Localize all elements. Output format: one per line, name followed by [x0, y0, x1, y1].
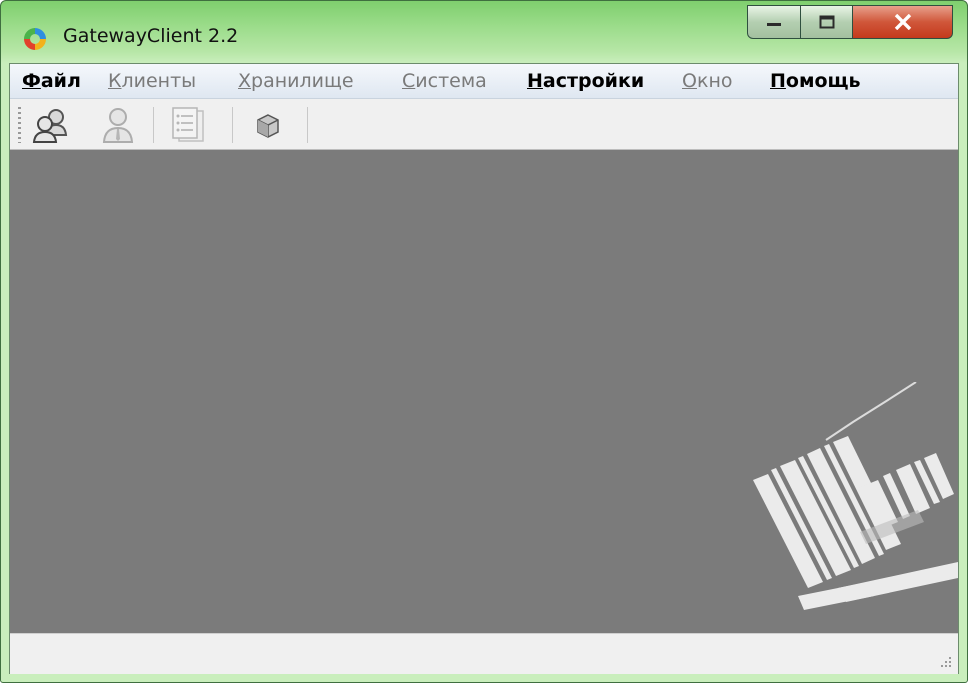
client-area: Файл Клиенты Хранилище Система Настройки…: [9, 63, 959, 674]
minimize-icon: [767, 23, 781, 26]
watermark-icon: [753, 382, 958, 610]
toolbar-grip[interactable]: [18, 107, 21, 143]
toolbar-separator: [307, 107, 308, 143]
package-box-icon[interactable]: [248, 105, 288, 145]
menu-item-help[interactable]: Помощь: [770, 70, 861, 92]
close-button[interactable]: [853, 5, 953, 39]
menu-access-key: Х: [238, 70, 252, 92]
menu-label-rest: истема: [415, 70, 487, 92]
window-title: GatewayClient 2.2: [63, 25, 239, 47]
menu-item-clients[interactable]: Клиенты: [108, 70, 196, 92]
menu-item-window[interactable]: Окно: [682, 70, 733, 92]
app-window: GatewayClient 2.2 Файл Клиенты Хранилище…: [0, 0, 968, 683]
menu-item-file[interactable]: Файл: [22, 70, 81, 92]
title-bar[interactable]: GatewayClient 2.2: [1, 1, 967, 63]
menu-access-key: Н: [527, 70, 543, 92]
toolbar: [10, 99, 958, 150]
menu-label-rest: айл: [40, 70, 81, 92]
menu-bar: Файл Клиенты Хранилище Система Настройки…: [10, 64, 958, 99]
toolbar-separator: [232, 107, 233, 143]
menu-item-system[interactable]: Система: [402, 70, 487, 92]
minimize-button[interactable]: [747, 5, 801, 39]
resize-grip-icon[interactable]: [938, 654, 952, 668]
menu-label-rest: ранилище: [251, 70, 354, 92]
menu-access-key: О: [682, 70, 697, 92]
menu-access-key: П: [770, 70, 786, 92]
menu-item-storage[interactable]: Хранилище: [238, 70, 354, 92]
status-bar: [10, 633, 958, 674]
mdi-workspace[interactable]: [10, 150, 958, 633]
users-icon[interactable]: [30, 105, 70, 145]
toolbar-separator: [153, 107, 154, 143]
user-icon[interactable]: [98, 105, 138, 145]
maximize-button[interactable]: [801, 5, 853, 39]
menu-access-key: Ф: [22, 70, 41, 92]
menu-label-rest: омощь: [785, 70, 861, 92]
caption-buttons: [747, 5, 953, 41]
menu-label-rest: кно: [696, 70, 733, 92]
app-logo-icon: [24, 28, 46, 50]
close-icon: [894, 14, 911, 30]
menu-label-rest: лиенты: [121, 70, 197, 92]
menu-access-key: С: [402, 70, 416, 92]
menu-access-key: К: [108, 70, 122, 92]
menu-label-rest: астройки: [542, 70, 645, 92]
menu-item-settings[interactable]: Настройки: [527, 70, 644, 92]
maximize-icon: [819, 15, 834, 29]
list-document-icon[interactable]: [168, 105, 208, 145]
